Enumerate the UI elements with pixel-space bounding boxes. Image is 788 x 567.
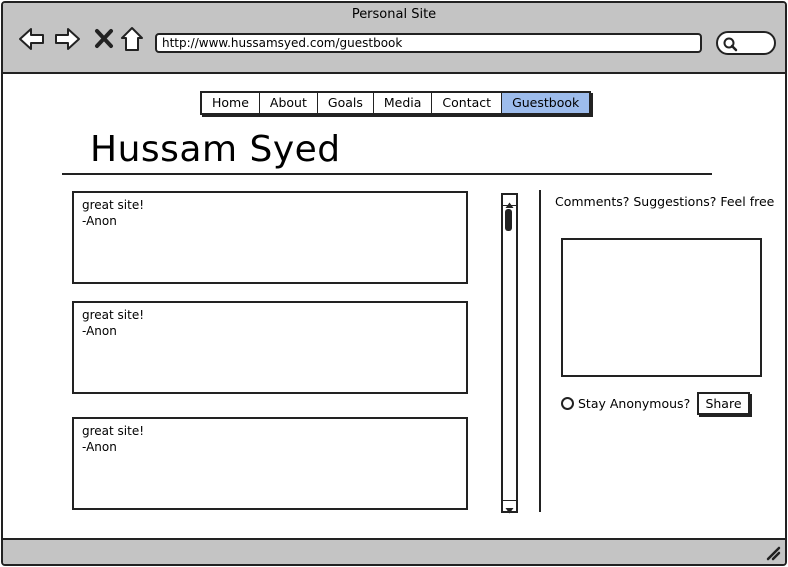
comment-card: great site! -Anon [72,417,468,510]
resize-grip-icon[interactable] [765,545,781,561]
comment-card: great site! -Anon [72,301,468,394]
search-icon [723,37,738,52]
search-field[interactable] [716,31,776,55]
scroll-down-button[interactable] [503,500,516,514]
comment-text: great site! [82,308,145,322]
nav-contact[interactable]: Contact [432,93,503,113]
forward-arrow-icon[interactable] [54,25,82,53]
comment-text: great site! [82,424,145,438]
browser-toolbar: Personal Site http://www.hussamsyed.com/… [3,3,785,74]
address-bar[interactable]: http://www.hussamsyed.com/guestbook [155,33,702,53]
scroll-up-button[interactable] [503,195,516,208]
page-title: Hussam Syed [90,129,341,170]
nav-guestbook[interactable]: Guestbook [502,93,590,113]
status-bar [3,538,785,564]
comments-scrollbar[interactable] [501,193,518,514]
nav-about[interactable]: About [260,93,318,113]
back-arrow-icon[interactable] [17,25,45,53]
anonymous-radio[interactable] [561,397,574,410]
share-button[interactable]: Share [697,392,750,415]
nav-goals[interactable]: Goals [318,93,374,113]
anonymous-label: Stay Anonymous? [578,396,691,411]
comment-author: -Anon [82,440,117,454]
comment-card: great site! -Anon [72,191,468,284]
comment-text: great site! [82,198,145,212]
site-nav: Home About Goals Media Contact Guestbook [200,91,592,115]
browser-window: Personal Site http://www.hussamsyed.com/… [1,1,787,566]
column-divider [539,190,541,512]
anonymous-option[interactable]: Stay Anonymous? [561,396,690,411]
comment-textarea[interactable] [561,238,762,377]
scroll-thumb[interactable] [505,209,512,231]
scroll-down-arrow-icon [505,508,514,514]
title-divider [62,173,712,175]
nav-home[interactable]: Home [202,93,260,113]
home-icon[interactable] [119,25,147,53]
comment-author: -Anon [82,214,117,228]
feedback-prompt: Comments? Suggestions? Feel free [555,194,775,209]
nav-media[interactable]: Media [374,93,433,113]
close-x-icon[interactable] [91,25,119,53]
window-title: Personal Site [351,7,437,22]
comment-author: -Anon [82,324,117,338]
